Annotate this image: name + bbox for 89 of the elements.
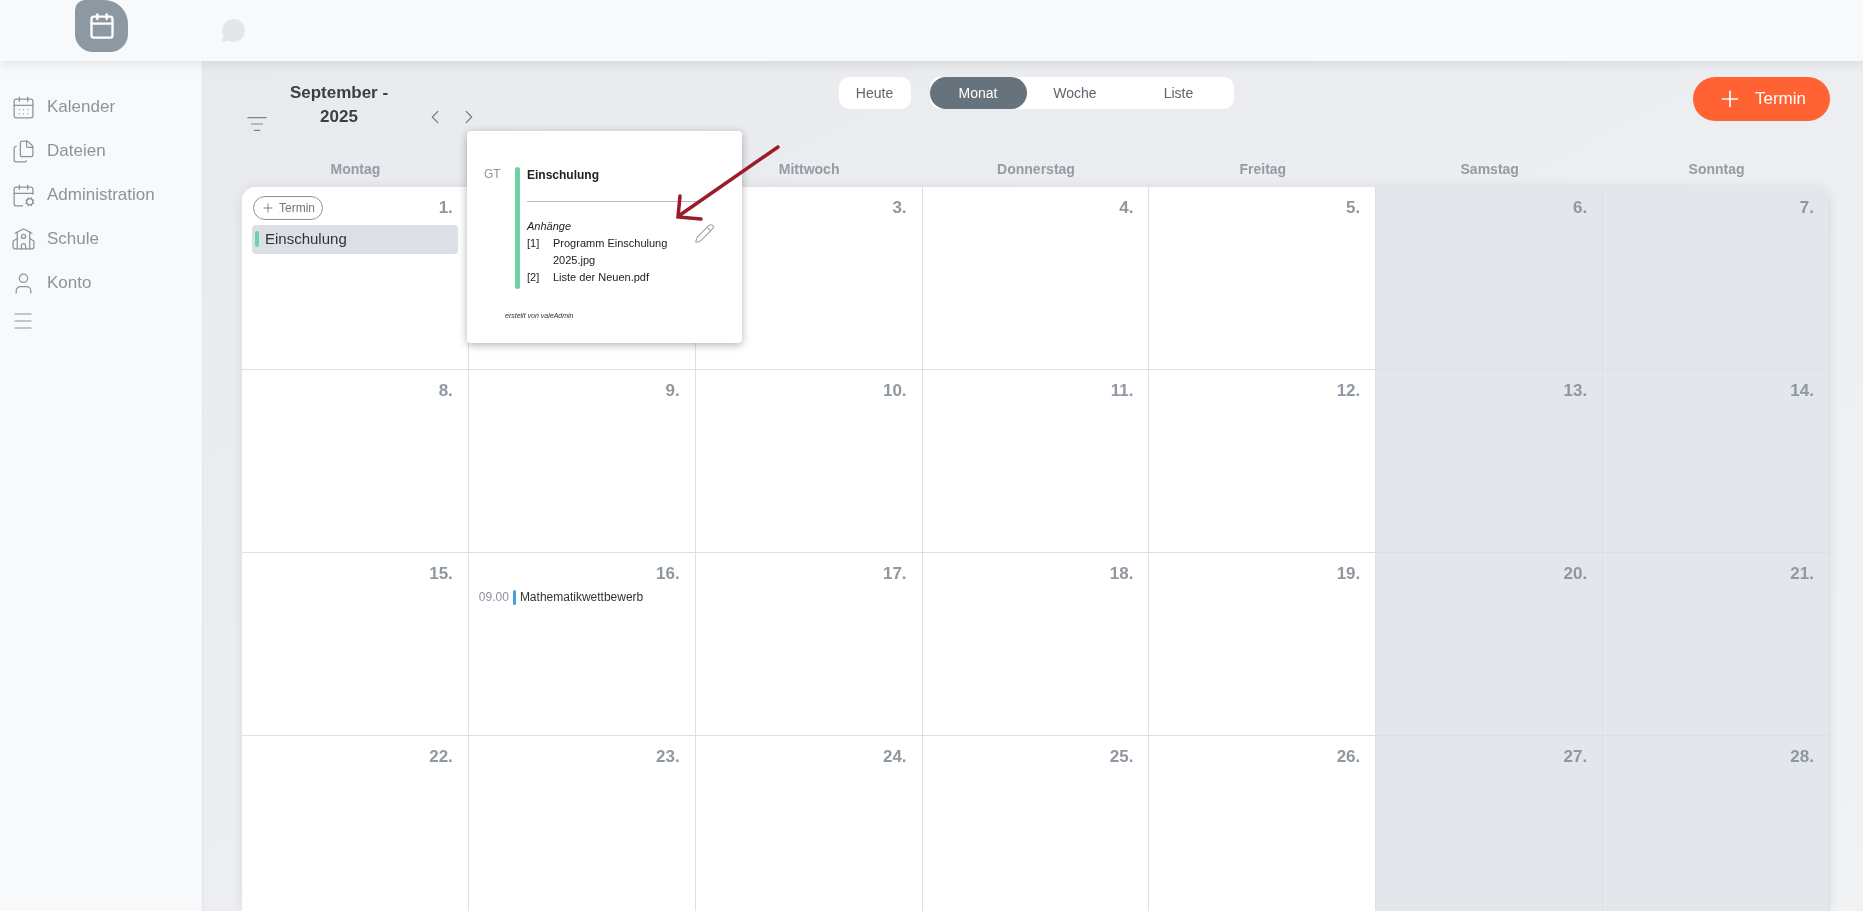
weekday-label: Montag xyxy=(330,160,381,177)
day-cell[interactable]: 10. xyxy=(695,370,923,553)
weekday-label: Donnerstag xyxy=(997,160,1075,177)
day-number: 26. xyxy=(1336,745,1362,768)
attachment-link[interactable]: Programm Einschulung 2025.jpg xyxy=(553,234,683,269)
day-cell[interactable]: 26. xyxy=(1149,736,1377,911)
day-cell[interactable]: 7. xyxy=(1603,187,1830,370)
day-number: 24. xyxy=(882,745,908,768)
day-number: 15. xyxy=(429,562,454,585)
day-number: 23. xyxy=(656,745,681,768)
attachment-link[interactable]: Liste der Neuen.pdf xyxy=(553,268,683,286)
sidebar-item[interactable]: Dateien xyxy=(11,129,202,173)
day-number: 22. xyxy=(429,745,454,768)
day-number: 6. xyxy=(1572,196,1589,219)
day-number: 28. xyxy=(1790,745,1815,768)
day-cell[interactable]: 15. xyxy=(242,553,469,736)
day-number: 13. xyxy=(1563,379,1589,402)
day-number: 11. xyxy=(1110,379,1135,402)
day-cell[interactable]: 16. 09.00 Mathematikwettbewerb xyxy=(468,553,696,736)
calendar-gear-icon xyxy=(11,182,36,208)
day-cell[interactable]: 8. xyxy=(242,370,469,553)
calendar-icon xyxy=(87,12,116,40)
calendar-icon xyxy=(11,94,36,120)
calendar-app-button[interactable] xyxy=(75,0,128,52)
day-number: 25. xyxy=(1109,745,1135,768)
day-number: 8. xyxy=(438,379,454,402)
month-title: September - 2025 xyxy=(288,82,390,128)
day-cell[interactable]: 12. xyxy=(1149,370,1377,553)
sidebar-item[interactable]: Kalender xyxy=(11,85,202,129)
plus-icon xyxy=(261,200,275,215)
day-cell[interactable]: 11. xyxy=(922,370,1150,553)
attachments-heading: Anhänge xyxy=(527,219,573,234)
day-cell[interactable]: 22. xyxy=(242,736,469,911)
day-number: 5. xyxy=(1346,196,1362,219)
sidebar-item[interactable]: Konto xyxy=(11,261,202,305)
day-cell[interactable]: 23. xyxy=(468,736,696,911)
day-number: 10. xyxy=(882,379,908,402)
event-time: 09.00 xyxy=(478,589,509,606)
day-cell[interactable]: 13. xyxy=(1376,370,1604,553)
sidebar-item[interactable]: Schule xyxy=(11,217,202,261)
day-cell[interactable]: 25. xyxy=(922,736,1150,911)
event-item[interactable]: 09.00 Mathematikwettbewerb xyxy=(468,587,695,607)
popup-title: Einschulung xyxy=(527,167,600,183)
attachment-index: [1] xyxy=(527,235,541,251)
day-number: 1. xyxy=(438,196,454,219)
day-number: 7. xyxy=(1799,196,1815,219)
day-cell[interactable]: 27. xyxy=(1376,736,1604,911)
weekday-label: Freitag xyxy=(1239,160,1287,177)
day-number: 21. xyxy=(1790,562,1815,585)
view-tab[interactable]: Liste xyxy=(1123,77,1234,109)
edit-icon[interactable] xyxy=(694,223,715,244)
day-cell[interactable]: 14. xyxy=(1603,370,1830,553)
day-cell[interactable]: 6. xyxy=(1376,187,1604,370)
event-item[interactable]: Einschulung xyxy=(252,225,458,254)
day-cell[interactable]: Termin 1. Einschulung xyxy=(242,187,469,370)
day-number: 3. xyxy=(892,196,908,219)
weekday-label: Mittwoch xyxy=(778,160,840,177)
day-cell[interactable]: 5. xyxy=(1149,187,1377,370)
day-number: 16. xyxy=(656,562,681,585)
files-icon xyxy=(11,138,36,164)
event-title: Mathematikwettbewerb xyxy=(519,589,644,606)
day-cell[interactable]: 19. xyxy=(1149,553,1377,736)
day-cell[interactable]: 28. xyxy=(1603,736,1830,911)
day-number: 18. xyxy=(1109,562,1135,585)
sidebar-item[interactable]: Administration xyxy=(11,173,202,217)
day-number: 9. xyxy=(665,379,681,402)
day-cell[interactable]: 9. xyxy=(468,370,696,553)
day-number: 17. xyxy=(882,562,908,585)
event-title: Einschulung xyxy=(265,229,347,249)
today-button[interactable]: Heute xyxy=(838,77,911,109)
attachment-index: [2] xyxy=(527,269,541,285)
day-cell[interactable]: 24. xyxy=(695,736,923,911)
view-tab[interactable]: Monat xyxy=(929,77,1027,109)
day-cell[interactable]: 20. xyxy=(1376,553,1604,736)
weekday-label: Sonntag xyxy=(1688,160,1745,177)
add-event-button[interactable]: Termin xyxy=(1693,77,1830,121)
view-tab[interactable]: Woche xyxy=(1026,77,1124,109)
weekday-label: Samstag xyxy=(1460,160,1519,177)
day-number: 19. xyxy=(1336,562,1362,585)
day-number: 4. xyxy=(1119,196,1135,219)
day-cell[interactable]: 17. xyxy=(695,553,923,736)
day-cell[interactable]: 21. xyxy=(1603,553,1830,736)
day-cell[interactable]: 4. xyxy=(922,187,1150,370)
day-number: 14. xyxy=(1790,379,1815,402)
day-cell[interactable]: 18. xyxy=(922,553,1150,736)
day-number: 12. xyxy=(1336,379,1362,402)
day-number: 27. xyxy=(1563,745,1589,768)
day-number: 20. xyxy=(1563,562,1589,585)
school-icon xyxy=(11,226,36,252)
